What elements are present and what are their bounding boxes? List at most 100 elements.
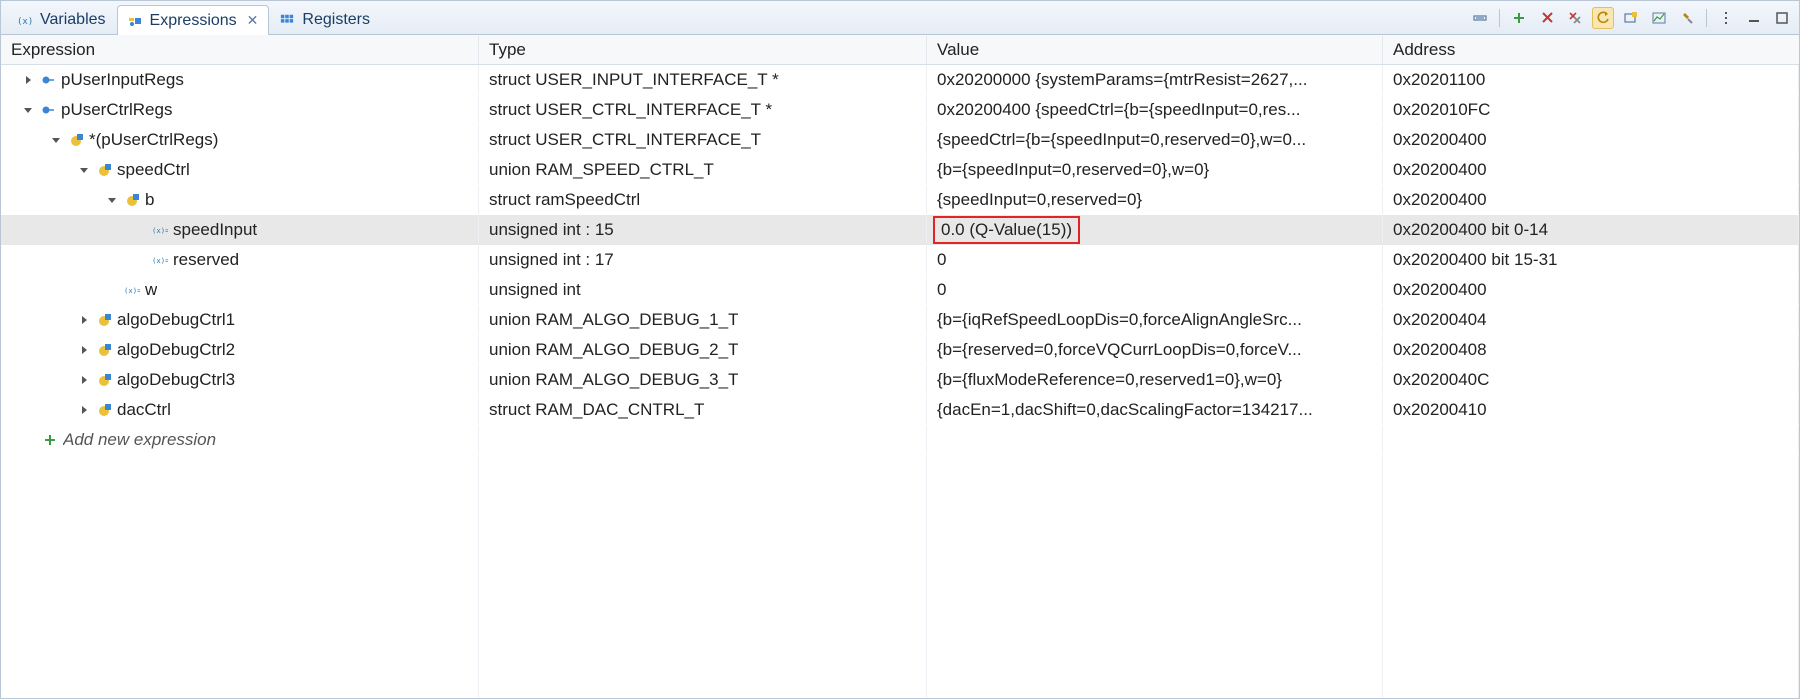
tab-registers[interactable]: Registers (269, 4, 381, 34)
row-name: algoDebugCtrl1 (117, 310, 235, 330)
row-value[interactable]: 0x20200000 {systemParams={mtrResist=2627… (937, 70, 1307, 90)
column-header-expression[interactable]: Expression (1, 36, 479, 64)
row-type: union RAM_SPEED_CTRL_T (489, 160, 714, 180)
struct-icon (95, 401, 113, 419)
row-value[interactable]: 0 (937, 250, 946, 270)
row-name: b (145, 190, 154, 210)
table-row[interactable]: algoDebugCtrl2union RAM_ALGO_DEBUG_2_T{b… (1, 335, 1799, 365)
remove-all-button[interactable] (1564, 7, 1586, 29)
column-header-type[interactable]: Type (479, 36, 927, 64)
struct-icon (95, 341, 113, 359)
view-menu-button[interactable] (1715, 7, 1737, 29)
twisty-none (133, 223, 147, 237)
maximize-button[interactable] (1771, 7, 1793, 29)
svg-text:(x)=: (x)= (17, 17, 33, 27)
row-type: union RAM_ALGO_DEBUG_3_T (489, 370, 738, 390)
row-name: w (145, 280, 157, 300)
variable-icon: (x)= (151, 221, 169, 239)
chevron-down-icon[interactable] (77, 163, 91, 177)
table-row[interactable]: speedCtrl union RAM_SPEED_CTRL_T {b={speed… (1, 155, 1799, 185)
row-name: speedCtrl (117, 160, 190, 180)
minimize-button[interactable] (1743, 7, 1765, 29)
row-type: struct USER_INPUT_INTERFACE_T * (489, 70, 779, 90)
svg-text:(x)=: (x)= (152, 225, 168, 234)
tab-variables-label: Variables (40, 11, 106, 29)
remove-button[interactable] (1536, 7, 1558, 29)
column-header-address[interactable]: Address (1383, 36, 1799, 64)
struct-icon (95, 311, 113, 329)
close-icon[interactable]: ✕ (247, 12, 259, 29)
chevron-right-icon[interactable] (77, 373, 91, 387)
twisty-none (133, 253, 147, 267)
row-name: algoDebugCtrl2 (117, 340, 235, 360)
column-header-value[interactable]: Value (927, 36, 1383, 64)
table-row[interactable]: b struct ramSpeedCtrl {speedInput=0,reserv… (1, 185, 1799, 215)
chevron-right-icon[interactable] (77, 403, 91, 417)
row-type: unsigned int (489, 280, 581, 300)
table-row[interactable]: (x)=reservedunsigned int : 1700x20200400… (1, 245, 1799, 275)
expressions-icon (126, 12, 144, 30)
tab-variables[interactable]: (x)= Variables (7, 4, 117, 34)
row-value[interactable]: {b={fluxModeReference=0,reserved1=0},w=0… (937, 370, 1282, 390)
row-address: 0x20200400 (1393, 130, 1487, 150)
collapse-all-button[interactable] (1469, 7, 1491, 29)
row-value[interactable]: {b={speedInput=0,reserved=0},w=0} (937, 160, 1209, 180)
row-value[interactable]: {dacEn=1,dacShift=0,dacScalingFactor=134… (937, 400, 1313, 420)
row-type: struct USER_CTRL_INTERFACE_T * (489, 100, 772, 120)
row-type: unsigned int : 15 (489, 220, 614, 240)
row-value[interactable]: 0x20200400 {speedCtrl={b={speedInput=0,r… (937, 100, 1300, 120)
table-row[interactable]: pUserCtrlRegs struct USER_CTRL_INTERFACE_… (1, 95, 1799, 125)
new-view-button[interactable] (1620, 7, 1642, 29)
graph-button[interactable] (1648, 7, 1670, 29)
row-type: struct ramSpeedCtrl (489, 190, 640, 210)
chevron-right-icon[interactable] (77, 313, 91, 327)
row-value[interactable]: {speedCtrl={b={speedInput=0,reserved=0},… (937, 130, 1306, 150)
row-value[interactable]: {b={reserved=0,forceVQCurrLoopDis=0,forc… (937, 340, 1302, 360)
row-value[interactable]: 0 (937, 280, 946, 300)
svg-text:(x)=: (x)= (152, 255, 168, 264)
chevron-down-icon[interactable] (21, 103, 35, 117)
chevron-down-icon[interactable] (49, 133, 63, 147)
tab-expressions[interactable]: Expressions ✕ (117, 5, 270, 35)
row-value[interactable]: {b={iqRefSpeedLoopDis=0,forceAlignAngleS… (937, 310, 1302, 330)
table-row[interactable]: (x)= w unsigned int 0 0x20200400 (1, 275, 1799, 305)
add-new-label: Add new expression (63, 430, 216, 450)
variable-icon: (x)= (151, 251, 169, 269)
table-row[interactable]: (x)= speedInput unsigned int : 15 0.0 (Q-Va… (1, 215, 1799, 245)
chevron-right-icon[interactable] (77, 343, 91, 357)
table-row[interactable]: dacCtrlstruct RAM_DAC_CNTRL_T{dacEn=1,da… (1, 395, 1799, 425)
toolbar (1469, 1, 1799, 34)
row-name: pUserCtrlRegs (61, 100, 172, 120)
table-row[interactable]: algoDebugCtrl3 union RAM_ALGO_DEBUG_3_T {b… (1, 365, 1799, 395)
row-value[interactable]: 0.0 (Q-Value(15)) (933, 216, 1080, 244)
row-address: 0x20200410 (1393, 400, 1487, 420)
refresh-button[interactable] (1592, 7, 1614, 29)
table-row[interactable]: *(pUserCtrlRegs) struct USER_CTRL_INTERFA… (1, 125, 1799, 155)
row-address: 0x2020040C (1393, 370, 1489, 390)
table-row[interactable]: pUserInputRegs struct USER_INPUT_INTERFAC… (1, 65, 1799, 95)
row-address: 0x20200400 (1393, 190, 1487, 210)
tab-expressions-label: Expressions (150, 12, 237, 30)
row-address: 0x20200400 (1393, 280, 1487, 300)
add-new-expression-row[interactable]: Add new expression (1, 425, 1799, 455)
row-address: 0x202010FC (1393, 100, 1490, 120)
table-row[interactable]: algoDebugCtrl1union RAM_ALGO_DEBUG_1_T{b… (1, 305, 1799, 335)
row-name: dacCtrl (117, 400, 171, 420)
add-expression-button[interactable] (1508, 7, 1530, 29)
chevron-down-icon[interactable] (105, 193, 119, 207)
row-type: struct USER_CTRL_INTERFACE_T (489, 130, 761, 150)
twisty-none (105, 283, 119, 297)
row-name: speedInput (173, 220, 257, 240)
row-name: *(pUserCtrlRegs) (89, 130, 218, 150)
svg-text:(x)=: (x)= (124, 285, 140, 294)
row-name: pUserInputRegs (61, 70, 184, 90)
row-name: algoDebugCtrl3 (117, 370, 235, 390)
variable-icon: (x)= (123, 281, 141, 299)
tab-registers-label: Registers (302, 11, 370, 29)
row-value[interactable]: {speedInput=0,reserved=0} (937, 190, 1142, 210)
pointer-icon (39, 101, 57, 119)
struct-icon (95, 371, 113, 389)
chevron-right-icon[interactable] (21, 73, 35, 87)
tools-button[interactable] (1676, 7, 1698, 29)
struct-icon (95, 161, 113, 179)
